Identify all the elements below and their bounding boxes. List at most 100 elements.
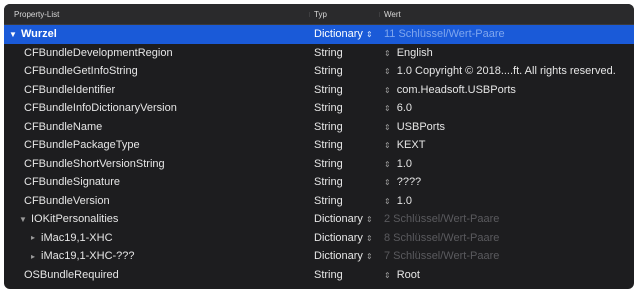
key-cell: CFBundleVersion [4, 195, 310, 207]
stepper-icon[interactable]: ⇕ [366, 30, 373, 39]
stepper-icon[interactable]: ⇕ [384, 197, 391, 206]
type-text: Dictionary [314, 231, 363, 244]
key-text: iMac19,1-XHC-??? [41, 250, 135, 263]
column-header-type[interactable]: Typ [310, 10, 380, 19]
key-text: Wurzel [21, 28, 57, 41]
type-text: String [314, 120, 343, 133]
value-cell: 7 Schlüssel/Wert-Paare [384, 250, 500, 263]
key-text: CFBundleInfoDictionaryVersion [24, 102, 177, 115]
value-cell[interactable]: ⇕ USBPorts [380, 121, 634, 133]
type-cell[interactable]: String [310, 269, 380, 281]
type-text: String [314, 102, 343, 115]
type-text: String [314, 194, 343, 207]
stepper-icon[interactable]: ⇕ [384, 104, 391, 113]
table-row[interactable]: CFBundleVersion String ⇕ 1.0 [4, 192, 634, 211]
type-text: Dictionary [314, 250, 363, 263]
type-cell[interactable]: String [310, 158, 380, 170]
type-cell[interactable]: String [310, 176, 380, 188]
type-cell[interactable]: Dictionary ⇕ [310, 213, 380, 225]
stepper-icon[interactable]: ⇕ [384, 271, 391, 280]
value-cell: 8 Schlüssel/Wert-Paare [384, 231, 500, 244]
key-text: IOKitPersonalities [31, 213, 119, 226]
value-text: 6.0 [396, 102, 412, 115]
value-cell: 11 Schlüssel/Wert-Paare [384, 28, 505, 41]
value-cell[interactable]: ⇕ 1.0 [380, 158, 634, 170]
type-text: Dictionary [314, 213, 363, 226]
type-text: String [314, 157, 343, 170]
stepper-icon[interactable]: ⇕ [366, 215, 373, 224]
type-cell[interactable]: Dictionary ⇕ [310, 232, 380, 244]
value-cell[interactable]: ⇕ 6.0 [380, 102, 634, 114]
stepper-icon[interactable]: ⇕ [384, 49, 391, 58]
key-cell: CFBundleName [4, 121, 310, 133]
table-row[interactable]: CFBundleIdentifier String ⇕ com.Headsoft.… [4, 81, 634, 100]
chevron-down-icon[interactable]: ▼ [18, 215, 28, 224]
value-text: 1.0 Copyright © 2018....ft. All rights r… [396, 65, 616, 78]
table-row[interactable]: ▼ IOKitPersonalities Dictionary ⇕ 2 Schl… [4, 210, 634, 229]
stepper-icon[interactable]: ⇕ [384, 178, 391, 187]
value-text: USBPorts [396, 120, 445, 133]
stepper-icon[interactable]: ⇕ [384, 123, 391, 132]
table-row[interactable]: CFBundleInfoDictionaryVersion String ⇕ 6.… [4, 99, 634, 118]
value-cell[interactable]: ⇕ 1.0 Copyright © 2018....ft. All rights … [380, 65, 634, 77]
table-row[interactable]: ▸ iMac19,1-XHC-??? Dictionary ⇕ 7 Schlüs… [4, 247, 634, 266]
type-cell[interactable]: String [310, 65, 380, 77]
type-cell[interactable]: String [310, 47, 380, 59]
type-cell[interactable]: String [310, 195, 380, 207]
key-text: CFBundleDevelopmentRegion [24, 46, 173, 59]
table-row[interactable]: CFBundleSignature String ⇕???? [4, 173, 634, 192]
value-cell[interactable]: ⇕ KEXT [380, 139, 634, 151]
column-header-key[interactable]: Property-List [4, 10, 310, 19]
column-header-value[interactable]: Wert [380, 10, 634, 19]
key-cell: ▸ iMac19,1-XHC [4, 232, 310, 244]
type-text: String [314, 46, 343, 59]
table-row[interactable]: OSBundleRequired String ⇕ Root [4, 266, 634, 285]
column-header: Property-List Typ Wert [4, 4, 634, 25]
chevron-down-icon[interactable]: ▼ [8, 30, 18, 39]
value-text: ???? [396, 176, 422, 189]
type-cell[interactable]: String [310, 84, 380, 96]
chevron-right-icon[interactable]: ▸ [28, 233, 38, 242]
key-text: iMac19,1-XHC [41, 231, 113, 244]
stepper-icon[interactable]: ⇕ [384, 141, 391, 150]
table-row[interactable]: CFBundlePackageType String ⇕ KEXT [4, 136, 634, 155]
type-cell[interactable]: String [310, 139, 380, 151]
key-text: CFBundlePackageType [24, 139, 140, 152]
key-cell: OSBundleRequired [4, 269, 310, 281]
value-text: Root [396, 268, 420, 281]
type-cell[interactable]: Dictionary ⇕ [310, 250, 380, 262]
value-text: KEXT [396, 139, 426, 152]
table-row[interactable]: ▸ iMac19,1-XHC Dictionary ⇕ 8 Schlüssel/… [4, 229, 634, 248]
stepper-icon[interactable]: ⇕ [384, 67, 391, 76]
stepper-icon[interactable]: ⇕ [366, 252, 373, 261]
stepper-icon[interactable]: ⇕ [384, 86, 391, 95]
type-cell[interactable]: String [310, 102, 380, 114]
plist-rows: ▼ Wurzel Dictionary ⇕ 11 Schlüssel/Wert-… [4, 25, 634, 284]
chevron-right-icon[interactable]: ▸ [28, 252, 38, 261]
value-cell[interactable]: ⇕ com.Headsoft.USBPorts [380, 84, 634, 96]
key-cell: CFBundleSignature [4, 176, 310, 188]
key-text: CFBundleSignature [24, 176, 121, 189]
type-cell[interactable]: String [310, 121, 380, 133]
key-text: OSBundleRequired [24, 268, 119, 281]
table-row[interactable]: CFBundleDevelopmentRegion String ⇕ Englis… [4, 44, 634, 63]
key-cell: ▼ Wurzel [4, 28, 310, 40]
type-text: String [314, 176, 343, 189]
value-cell[interactable]: ⇕???? [380, 176, 634, 188]
stepper-icon[interactable]: ⇕ [366, 234, 373, 243]
table-row[interactable]: CFBundleName String ⇕ USBPorts [4, 118, 634, 137]
table-row-root[interactable]: ▼ Wurzel Dictionary ⇕ 11 Schlüssel/Wert-… [4, 25, 634, 44]
type-cell[interactable]: Dictionary ⇕ [310, 28, 380, 40]
key-text: CFBundleShortVersionString [24, 157, 165, 170]
table-row[interactable]: CFBundleShortVersionString String ⇕ 1.0 [4, 155, 634, 174]
value-cell[interactable]: ⇕ Root [380, 269, 634, 281]
stepper-icon[interactable]: ⇕ [384, 160, 391, 169]
table-row[interactable]: CFBundleGetInfoString String ⇕ 1.0 Copyri… [4, 62, 634, 81]
plist-editor: Property-List Typ Wert ▼ Wurzel Dictiona… [4, 4, 634, 289]
key-cell: ▼ IOKitPersonalities [4, 213, 310, 225]
value-cell[interactable]: ⇕ English [380, 47, 634, 59]
key-cell: CFBundlePackageType [4, 139, 310, 151]
value-text: English [396, 46, 433, 59]
value-cell[interactable]: ⇕ 1.0 [380, 195, 634, 207]
key-cell: CFBundleShortVersionString [4, 158, 310, 170]
